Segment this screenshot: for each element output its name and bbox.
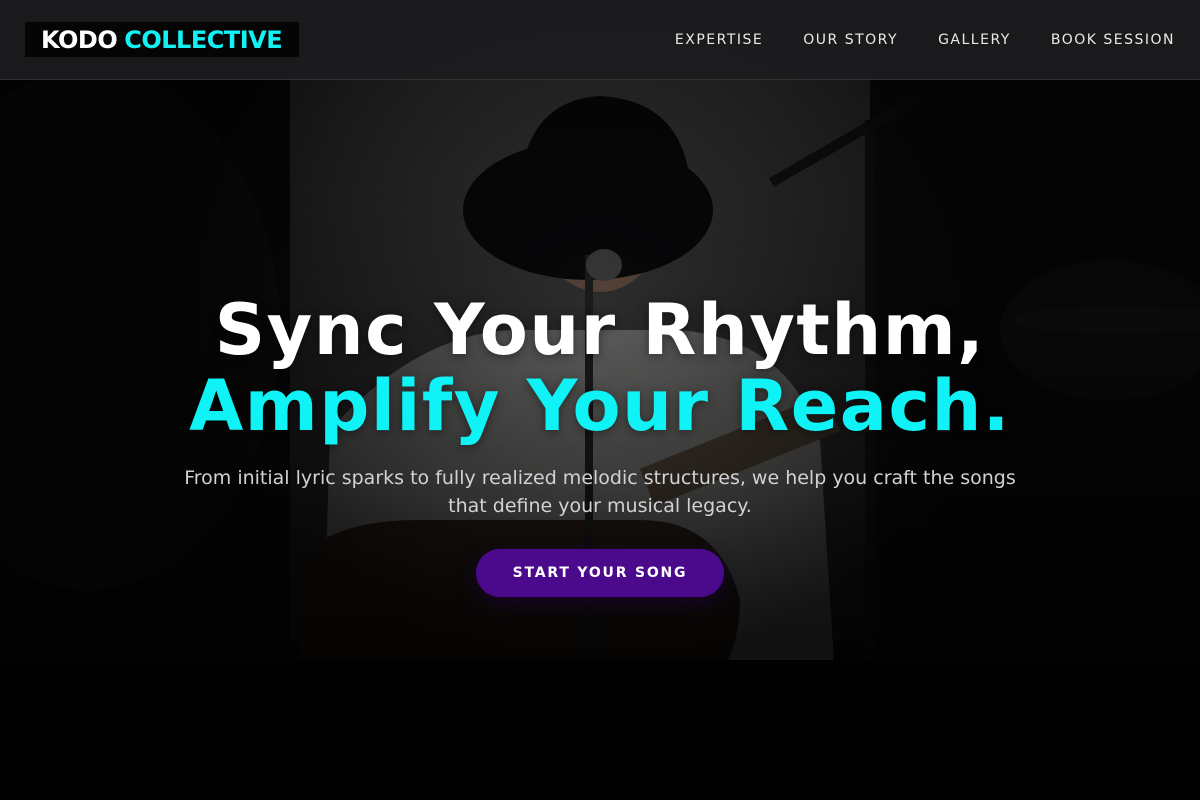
nav-link-gallery[interactable]: GALLERY [938,32,1011,48]
start-your-song-button[interactable]: START YOUR SONG [476,549,724,597]
nav-link-expertise[interactable]: EXPERTISE [675,32,763,48]
nav-link-our-story[interactable]: OUR STORY [803,32,898,48]
hero-headline-line2: Amplify Your Reach. [189,365,1011,447]
landing-page: KODO COLLECTIVE EXPERTISE OUR STORY GALL… [0,0,1200,800]
hero-headline: Sync Your Rhythm, Amplify Your Reach. [0,290,1200,442]
nav-link-book-session[interactable]: BOOK SESSION [1051,32,1175,48]
brand-logo[interactable]: KODO COLLECTIVE [25,22,300,57]
site-header: KODO COLLECTIVE EXPERTISE OUR STORY GALL… [0,0,1200,80]
brand-name-part2: COLLECTIVE [124,25,283,54]
brand-name-part1: KODO [41,25,118,54]
main-nav: EXPERTISE OUR STORY GALLERY BOOK SESSION [675,32,1175,48]
hero-section: Sync Your Rhythm, Amplify Your Reach. Fr… [0,290,1200,597]
hero-headline-line1: Sync Your Rhythm, [214,289,986,371]
hero-subtext: From initial lyric sparks to fully reali… [184,467,1016,517]
